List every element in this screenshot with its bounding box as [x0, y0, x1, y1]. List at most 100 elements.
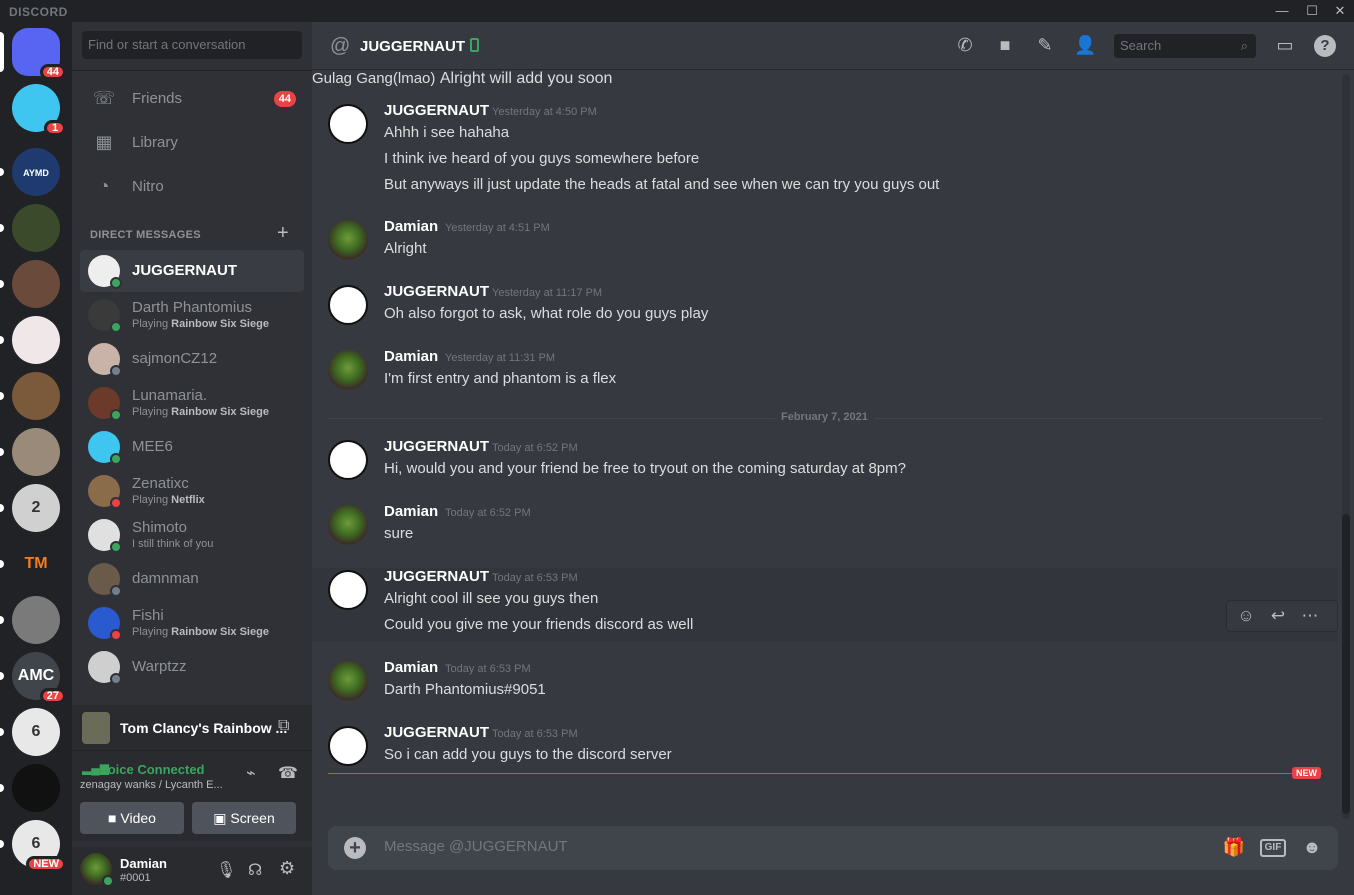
avatar[interactable]: [328, 440, 368, 480]
voice-channel[interactable]: zenagay wanks / Lycanth E...: [80, 779, 223, 791]
dm-item[interactable]: Zenatixc Playing Netflix: [80, 470, 304, 512]
avatar[interactable]: [328, 220, 368, 260]
message-timestamp: Today at 6:53 PM: [445, 663, 531, 675]
minimize-button[interactable]: —: [1268, 0, 1296, 22]
server-9[interactable]: TM: [12, 540, 60, 588]
server-5[interactable]: [12, 316, 60, 364]
scrollbar[interactable]: [1342, 74, 1350, 819]
pin-icon[interactable]: ✎: [1034, 35, 1056, 57]
dm-item[interactable]: Fishi Playing Rainbow Six Siege: [80, 602, 304, 644]
server-10[interactable]: [12, 596, 60, 644]
nav-library[interactable]: ▦ Library: [80, 122, 304, 164]
message-author[interactable]: JUGGERNAUT: [384, 438, 489, 455]
more-options-icon[interactable]: ⋯: [1299, 606, 1321, 626]
message-input[interactable]: Message @JUGGERNAUT: [384, 838, 568, 855]
message-author[interactable]: Damian: [384, 348, 438, 365]
voice-call-icon[interactable]: ✆: [954, 35, 976, 57]
server-14[interactable]: 6 NEW: [12, 820, 66, 872]
avatar[interactable]: [328, 570, 368, 610]
dm-item[interactable]: Shimoto I still think of you: [80, 514, 304, 556]
aymd-server-icon: AYMD: [23, 168, 49, 178]
server-3[interactable]: [12, 204, 60, 252]
activity-game-title: Tom Clancy's Rainbow ...: [120, 720, 288, 736]
message-group: Damian Yesterday at 11:31 PM I'm first ent…: [312, 348, 1338, 396]
message-text: Darth Phantomius#9051: [384, 681, 546, 698]
inbox-icon[interactable]: ▭: [1274, 35, 1296, 57]
settings-gear-icon[interactable]: ⚙: [279, 858, 295, 879]
video-button[interactable]: ■ Video: [80, 802, 184, 834]
avatar[interactable]: [328, 104, 368, 144]
server-0[interactable]: 44: [12, 28, 66, 80]
activity-prefix: Playing: [132, 406, 172, 418]
message-author[interactable]: JUGGERNAUT: [384, 568, 489, 585]
upload-plus-icon[interactable]: +: [344, 837, 366, 859]
message-text: Gulag Gang(lmao): [312, 70, 436, 87]
screen-icon: ▣: [213, 810, 231, 826]
nav-nitro-label: Nitro: [132, 178, 164, 195]
unread-pill: [0, 280, 4, 288]
screen-share-icon[interactable]: ⧉: [278, 717, 289, 735]
avatar[interactable]: [328, 505, 368, 545]
dm-name: Fishi: [132, 607, 164, 624]
add-friend-icon[interactable]: 👤: [1074, 35, 1096, 57]
gift-icon[interactable]: 🎁: [1222, 837, 1246, 859]
avatar[interactable]: [328, 350, 368, 390]
server-11[interactable]: AMC 27: [12, 652, 66, 704]
server-7[interactable]: [12, 428, 60, 476]
microphone-icon[interactable]: 🎙: [216, 860, 236, 880]
dm-item[interactable]: Warptzz: [80, 646, 304, 688]
dm-item[interactable]: Darth Phantomius Playing Rainbow Six Sieg…: [80, 294, 304, 336]
title-bar: DISCORD — ☐ ✕: [0, 0, 1354, 22]
create-dm-plus-icon[interactable]: +: [277, 222, 289, 245]
dm-item[interactable]: damnman: [80, 558, 304, 600]
unread-pill: [0, 224, 4, 232]
message-text: But anyways ill just update the heads at…: [384, 176, 940, 193]
voice-status[interactable]: Voice Connected: [100, 762, 205, 777]
message-composer[interactable]: + Message @JUGGERNAUT 🎁 GIF ☻: [328, 826, 1338, 870]
server-1[interactable]: 1: [12, 84, 66, 136]
find-conversation-input[interactable]: Find or start a conversation: [82, 31, 302, 59]
video-call-icon[interactable]: ■: [994, 35, 1016, 57]
help-icon[interactable]: ?: [1314, 35, 1336, 57]
gif-button[interactable]: GIF: [1260, 839, 1286, 857]
close-button[interactable]: ✕: [1326, 0, 1354, 22]
avatar[interactable]: [328, 661, 368, 701]
headphones-icon[interactable]: ☊: [248, 860, 262, 880]
message-author[interactable]: JUGGERNAUT: [384, 102, 489, 119]
server-6[interactable]: [12, 372, 60, 420]
unread-pill: [0, 168, 4, 176]
server-2[interactable]: AYMD: [12, 148, 60, 196]
avatar[interactable]: [328, 285, 368, 325]
dm-activity: Playing Netflix: [132, 494, 205, 506]
server-13[interactable]: [12, 764, 60, 812]
emoji-icon[interactable]: ☻: [1300, 837, 1324, 859]
disconnect-icon[interactable]: ☎: [278, 763, 298, 783]
message-author[interactable]: Damian: [384, 218, 438, 235]
message-author[interactable]: Damian: [384, 659, 438, 676]
dm-item[interactable]: JUGGERNAUT: [80, 250, 304, 292]
server-8[interactable]: 2: [12, 484, 60, 532]
username[interactable]: Damian: [120, 856, 167, 871]
avatar[interactable]: [328, 726, 368, 766]
library-icon: ▦: [95, 132, 113, 152]
message-group: JUGGERNAUT Today at 6:52 PM Hi, would you …: [312, 438, 1338, 486]
screen-button[interactable]: ▣ Screen: [192, 802, 296, 834]
message-author[interactable]: JUGGERNAUT: [384, 283, 489, 300]
message-author[interactable]: JUGGERNAUT: [384, 724, 489, 741]
dm-name: Lunamaria.: [132, 387, 208, 404]
dm-item[interactable]: sajmonCZ12: [80, 338, 304, 380]
message-author[interactable]: Damian: [384, 503, 438, 520]
reply-icon[interactable]: ↩: [1267, 606, 1289, 626]
server-4[interactable]: [12, 260, 60, 308]
server-12[interactable]: 6: [12, 708, 60, 756]
nav-nitro[interactable]: ◔ Nitro: [80, 166, 304, 208]
status-dot: [110, 321, 122, 333]
nav-friends[interactable]: ☏ Friends 44: [80, 78, 304, 120]
maximize-button[interactable]: ☐: [1298, 0, 1326, 22]
dm-item[interactable]: MEE6: [80, 426, 304, 468]
scrollbar-thumb[interactable]: [1342, 514, 1350, 814]
dm-item[interactable]: Lunamaria. Playing Rainbow Six Siege: [80, 382, 304, 424]
add-reaction-icon[interactable]: ☺: [1235, 606, 1257, 626]
search-input[interactable]: Search ⌕: [1114, 34, 1256, 58]
noise-suppression-icon[interactable]: ⌁: [246, 763, 256, 783]
